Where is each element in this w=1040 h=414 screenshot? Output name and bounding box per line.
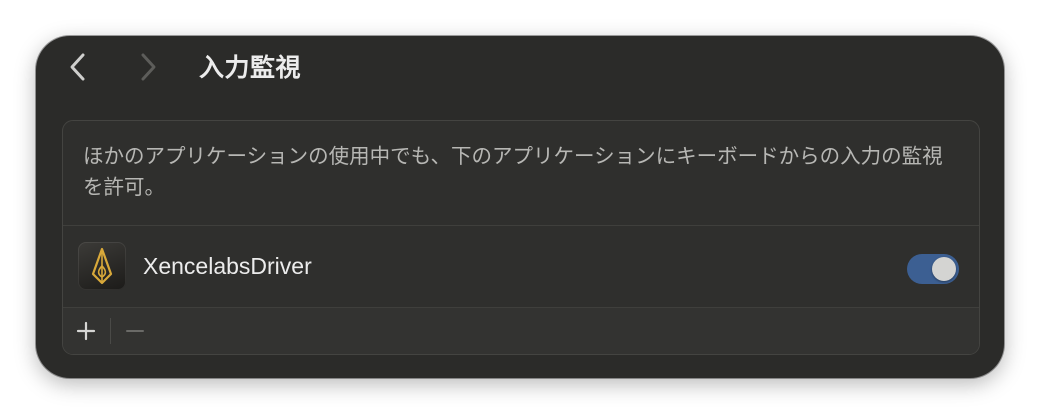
- add-app-button[interactable]: [69, 312, 103, 350]
- footer-separator: [110, 318, 111, 344]
- panel-description: ほかのアプリケーションの使用中でも、下のアプリケーションにキーボードからの入力の…: [83, 144, 943, 199]
- back-button[interactable]: [64, 50, 92, 84]
- chevron-left-icon: [70, 53, 85, 81]
- page-title: 入力監視: [199, 53, 302, 82]
- remove-app-button[interactable]: [118, 312, 152, 350]
- toggle-knob: [932, 257, 956, 281]
- app-name: XencelabsDriver: [143, 253, 312, 279]
- forward-button[interactable]: [134, 50, 162, 84]
- xencelabs-pen-icon: [78, 242, 126, 290]
- settings-window: 入力監視 ほかのアプリケーションの使用中でも、下のアプリケーションにキーボードか…: [36, 36, 1004, 378]
- permissions-panel: ほかのアプリケーションの使用中でも、下のアプリケーションにキーボードからの入力の…: [62, 120, 980, 355]
- minus-icon: [126, 330, 144, 332]
- plus-icon: [76, 321, 96, 341]
- toolbar: 入力監視: [36, 36, 1004, 100]
- list-footer: [63, 308, 979, 354]
- app-permission-toggle[interactable]: [907, 254, 959, 284]
- chevron-right-icon: [141, 53, 156, 81]
- app-list-item[interactable]: XencelabsDriver: [63, 226, 979, 307]
